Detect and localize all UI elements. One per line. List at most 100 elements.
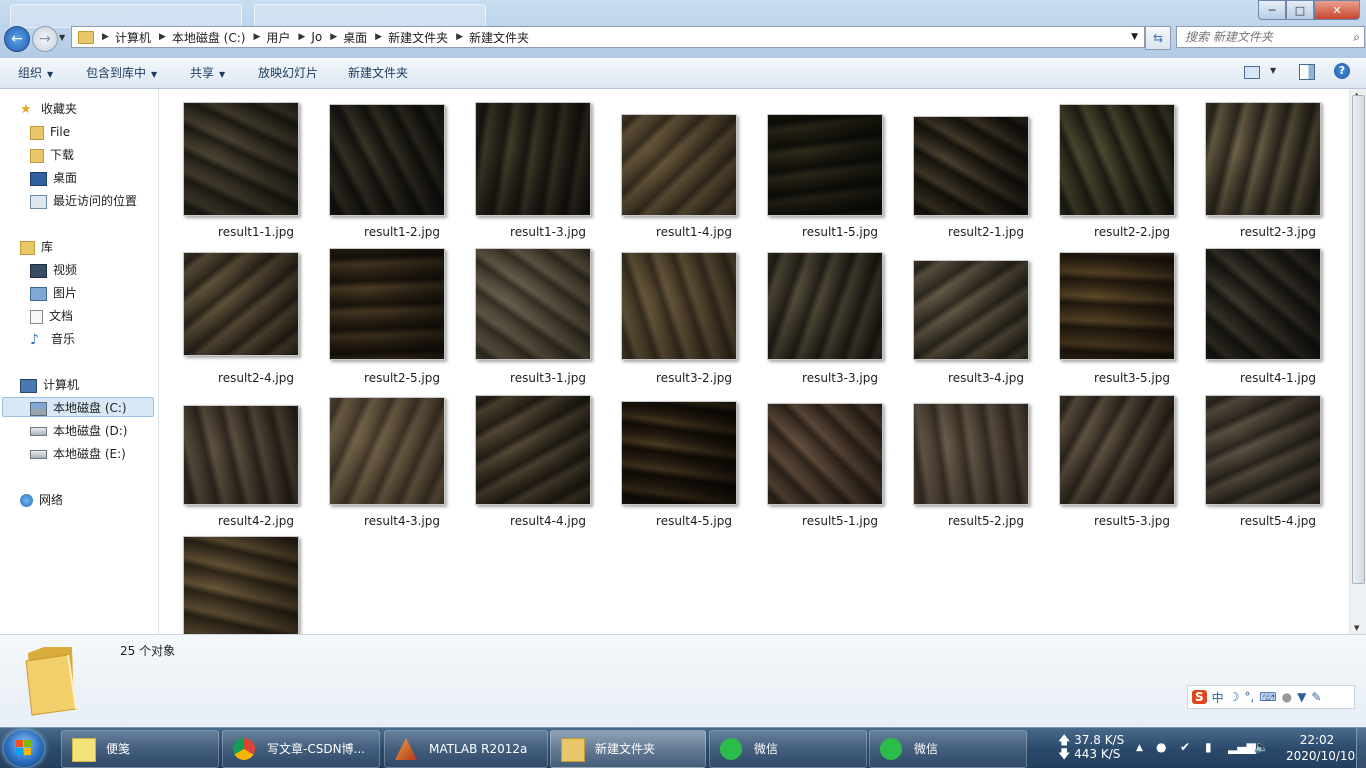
nav-item-recent-places[interactable]: 最近访问的位置: [30, 191, 137, 211]
security-tray-icon[interactable]: ✔: [1180, 740, 1190, 754]
breadcrumb-users[interactable]: 用户: [266, 29, 290, 46]
file-item[interactable]: result1-3.jpg: [475, 102, 621, 242]
refresh-button[interactable]: ⇆: [1145, 26, 1171, 50]
nav-item-drive-d[interactable]: 本地磁盘 (D:): [30, 421, 127, 441]
show-hidden-icons-icon[interactable]: ▲: [1136, 743, 1143, 753]
file-item[interactable]: result3-1.jpg: [475, 248, 621, 388]
organize-menu[interactable]: 组织 ▼: [18, 58, 53, 88]
start-button[interactable]: [4, 730, 44, 767]
file-item[interactable]: result2-5.jpg: [329, 248, 475, 388]
clock[interactable]: 22:02 2020/10/10: [1286, 732, 1355, 764]
taskbar-wechat-1[interactable]: 微信: [709, 730, 867, 768]
vertical-scrollbar[interactable]: ▲ ▼: [1349, 89, 1366, 634]
search-box[interactable]: ⌕: [1176, 26, 1365, 48]
search-icon[interactable]: ⌕: [1353, 30, 1360, 45]
breadcrumb-computer[interactable]: 计算机: [115, 29, 151, 46]
forward-button[interactable]: →: [32, 26, 58, 52]
chevron-right-icon[interactable]: ▶: [330, 32, 337, 42]
file-item[interactable]: result1-1.jpg: [183, 102, 329, 242]
nav-item-documents[interactable]: 文档: [30, 306, 73, 326]
file-item[interactable]: result3-2.jpg: [621, 248, 767, 388]
skin-icon[interactable]: ▼: [1297, 690, 1306, 704]
file-item[interactable]: result5-3.jpg: [1059, 391, 1205, 531]
file-item[interactable]: result2-4.jpg: [183, 248, 329, 388]
nav-item-music[interactable]: ♪ 音乐: [30, 329, 75, 349]
chevron-right-icon[interactable]: ▶: [159, 32, 166, 42]
close-button[interactable]: ✕: [1314, 0, 1360, 20]
sogou-logo-icon[interactable]: S: [1192, 690, 1207, 704]
nav-item-drive-c[interactable]: 本地磁盘 (C:): [2, 397, 154, 417]
file-item[interactable]: result1-2.jpg: [329, 102, 475, 242]
breadcrumb-desktop[interactable]: 桌面: [343, 29, 367, 46]
chevron-right-icon[interactable]: ▶: [375, 32, 382, 42]
nav-item-drive-e[interactable]: 本地磁盘 (E:): [30, 444, 126, 464]
file-item[interactable]: result1-4.jpg: [621, 102, 767, 242]
nav-item-pictures[interactable]: 图片: [30, 283, 77, 303]
wechat-tray-icon[interactable]: ●: [1156, 740, 1166, 754]
file-item[interactable]: result4-3.jpg: [329, 391, 475, 531]
help-button[interactable]: ?: [1334, 63, 1350, 79]
chevron-right-icon[interactable]: ▶: [253, 32, 260, 42]
ime-toolbar[interactable]: S 中 ☽ °, ⌨ ● ▼ ✎: [1187, 685, 1355, 709]
change-view-icon[interactable]: [1244, 66, 1260, 79]
recent-pages-dropdown-icon[interactable]: ▼: [59, 33, 65, 42]
file-item[interactable]: result5-1.jpg: [767, 391, 913, 531]
view-options-dropdown-icon[interactable]: ▼: [1270, 66, 1276, 75]
breadcrumb-current-folder[interactable]: 新建文件夹: [469, 29, 529, 46]
file-item[interactable]: result2-3.jpg: [1205, 102, 1349, 242]
user-icon[interactable]: ●: [1282, 690, 1292, 704]
chevron-right-icon[interactable]: ▶: [298, 32, 305, 42]
taskbar-sticky-notes[interactable]: 便笺: [61, 730, 219, 768]
address-dropdown-icon[interactable]: ▼: [1131, 32, 1138, 42]
taskbar-matlab[interactable]: MATLAB R2012a: [384, 730, 548, 768]
nav-item-downloads[interactable]: 下载: [30, 145, 74, 165]
nav-computer[interactable]: 计算机: [20, 375, 79, 395]
scroll-down-icon[interactable]: ▼: [1354, 624, 1359, 632]
taskbar-explorer[interactable]: 新建文件夹: [550, 730, 706, 768]
chevron-right-icon[interactable]: ▶: [102, 32, 109, 42]
keyboard-icon[interactable]: ⌨: [1259, 690, 1276, 704]
file-item[interactable]: [183, 536, 329, 634]
file-item[interactable]: result2-2.jpg: [1059, 102, 1205, 242]
breadcrumb-user[interactable]: Jo: [311, 30, 322, 44]
signal-icon[interactable]: ▂▄▆: [1228, 740, 1256, 754]
back-button[interactable]: ←: [4, 26, 30, 52]
nav-item-videos[interactable]: 视频: [30, 260, 77, 280]
preview-pane-icon[interactable]: [1299, 64, 1315, 80]
usb-tray-icon[interactable]: ▮: [1205, 740, 1212, 754]
ime-mode-toggle[interactable]: 中: [1212, 689, 1224, 706]
file-item[interactable]: result5-2.jpg: [913, 391, 1059, 531]
minimize-button[interactable]: ─: [1258, 0, 1286, 20]
new-folder-button[interactable]: 新建文件夹: [348, 58, 408, 88]
nav-favorites[interactable]: ★ 收藏夹: [20, 99, 77, 119]
taskbar-wechat-2[interactable]: 微信: [869, 730, 1027, 768]
show-desktop-button[interactable]: [1356, 728, 1366, 768]
share-menu[interactable]: 共享 ▼: [190, 58, 225, 88]
search-input[interactable]: [1177, 29, 1347, 45]
scrollbar-thumb[interactable]: [1352, 95, 1365, 584]
file-item[interactable]: result2-1.jpg: [913, 102, 1059, 242]
punctuation-toggle[interactable]: °,: [1244, 690, 1254, 704]
chevron-right-icon[interactable]: ▶: [456, 32, 463, 42]
nav-item-file[interactable]: File: [30, 122, 70, 142]
nav-item-desktop[interactable]: 桌面: [30, 168, 77, 188]
nav-network[interactable]: 网络: [20, 490, 63, 510]
address-bar[interactable]: ▶ 计算机 ▶ 本地磁盘 (C:) ▶ 用户 ▶ Jo ▶ 桌面 ▶ 新建文件夹…: [71, 26, 1145, 48]
taskbar-chrome[interactable]: 写文章-CSDN博...: [222, 730, 380, 768]
file-item[interactable]: result3-3.jpg: [767, 248, 913, 388]
file-item[interactable]: result4-4.jpg: [475, 391, 621, 531]
file-item[interactable]: result4-2.jpg: [183, 391, 329, 531]
include-in-library-menu[interactable]: 包含到库中 ▼: [86, 58, 157, 88]
file-item[interactable]: result3-5.jpg: [1059, 248, 1205, 388]
file-item[interactable]: result3-4.jpg: [913, 248, 1059, 388]
file-item[interactable]: result5-4.jpg: [1205, 391, 1349, 531]
nav-libraries[interactable]: 库: [20, 237, 53, 257]
slideshow-button[interactable]: 放映幻灯片: [258, 58, 318, 88]
maximize-button[interactable]: □: [1286, 0, 1314, 20]
file-item[interactable]: result4-5.jpg: [621, 391, 767, 531]
breadcrumb-drive-c[interactable]: 本地磁盘 (C:): [172, 29, 246, 46]
wrench-icon[interactable]: ✎: [1311, 690, 1321, 704]
file-item[interactable]: result4-1.jpg: [1205, 248, 1349, 388]
volume-icon[interactable]: 🔈: [1254, 740, 1269, 754]
breadcrumb-folder[interactable]: 新建文件夹: [388, 29, 448, 46]
